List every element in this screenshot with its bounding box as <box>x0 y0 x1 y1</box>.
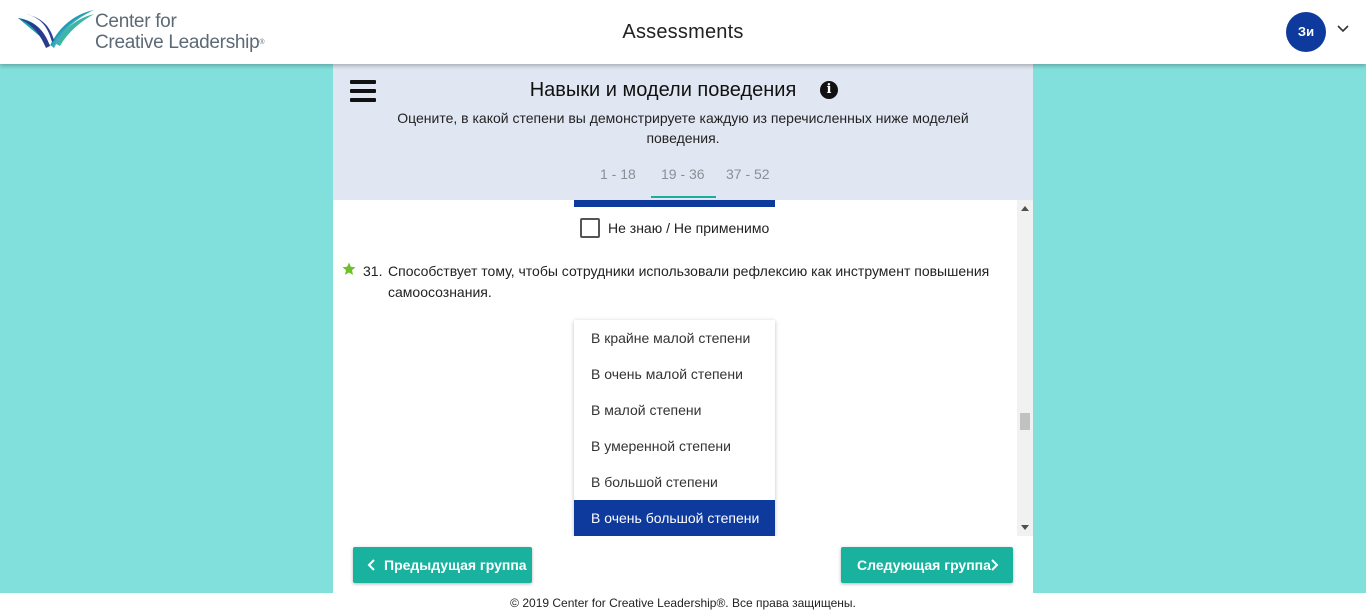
option-small[interactable]: В малой степени <box>574 392 775 428</box>
scroll-thumb[interactable] <box>1020 413 1030 430</box>
group-tabs: 1 - 18 19 - 36 37 - 52 <box>333 160 1033 200</box>
chevron-down-icon[interactable] <box>1336 22 1350 36</box>
next-group-button[interactable]: Следующая группа <box>841 547 1013 583</box>
section-subtitle: Оцените, в какой степени вы демонстрируе… <box>397 110 969 146</box>
scroll-up-icon[interactable] <box>1021 205 1029 213</box>
option-moderate[interactable]: В умеренной степени <box>574 428 775 464</box>
rating-options: В крайне малой степени В очень малой сте… <box>574 320 775 536</box>
questions-list: Не знаю / Не применимо 31. Способствует … <box>333 200 1033 536</box>
tab-19-36[interactable]: 19 - 36 <box>661 166 705 182</box>
option-very-large[interactable]: В очень большой степени <box>574 500 775 536</box>
not-applicable-checkbox[interactable] <box>580 218 600 238</box>
scrollbar[interactable] <box>1017 200 1033 536</box>
previous-selected-option[interactable] <box>574 200 775 207</box>
previous-group-label: Предыдущая группа <box>384 557 527 573</box>
chevron-left-icon <box>367 559 375 571</box>
avatar[interactable]: Зи <box>1286 12 1326 52</box>
top-bar: Center for Creative Leadership® Assessme… <box>0 0 1366 64</box>
previous-group-button[interactable]: Предыдущая группа <box>353 547 532 583</box>
question-number: 31. <box>363 263 383 279</box>
active-tab-indicator <box>651 196 716 198</box>
option-extremely-small[interactable]: В крайне малой степени <box>574 320 775 356</box>
chevron-right-icon <box>991 559 999 571</box>
app-title: Assessments <box>622 21 744 43</box>
assessment-panel: Навыки и модели поведения i Оцените, в к… <box>333 64 1033 593</box>
option-large[interactable]: В большой степени <box>574 464 775 500</box>
tab-37-52[interactable]: 37 - 52 <box>726 166 770 182</box>
footer: © 2019 Center for Creative Leadership®. … <box>0 593 1366 613</box>
not-applicable-label[interactable]: Не знаю / Не применимо <box>608 220 769 236</box>
question-text: Способствует тому, чтобы сотрудники испо… <box>388 263 990 300</box>
section-title: Навыки и модели поведения <box>529 79 797 101</box>
tab-1-18[interactable]: 1 - 18 <box>600 166 636 182</box>
star-icon <box>342 262 356 275</box>
section-header: Навыки и модели поведения i Оцените, в к… <box>333 64 1033 200</box>
scroll-down-icon[interactable] <box>1021 523 1029 531</box>
option-very-small[interactable]: В очень малой степени <box>574 356 775 392</box>
info-icon[interactable]: i <box>820 81 838 99</box>
next-group-label: Следующая группа <box>857 557 991 573</box>
